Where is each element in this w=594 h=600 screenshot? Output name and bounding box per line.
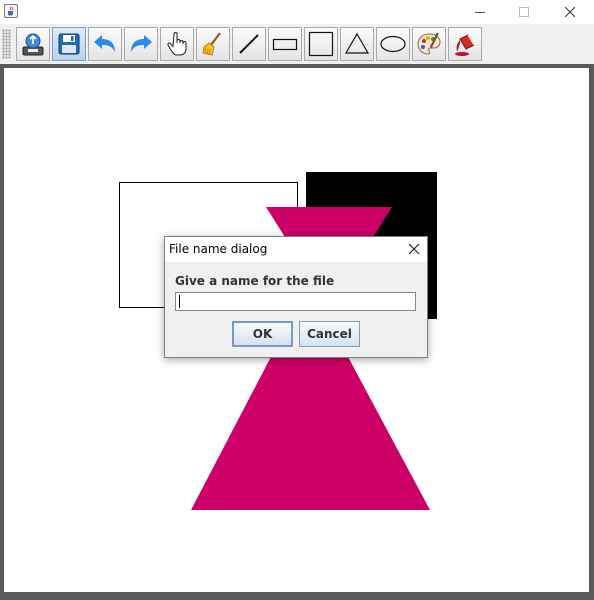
open-file-button[interactable]: [16, 27, 50, 61]
open-file-icon: [22, 33, 44, 56]
palette-icon: [417, 32, 441, 55]
ellipse-icon: [380, 35, 406, 53]
cancel-button[interactable]: Cancel: [299, 321, 360, 347]
paint-bucket-icon: [455, 34, 475, 56]
java-cup-icon[interactable]: [4, 4, 18, 18]
triangle-tool-button[interactable]: [340, 27, 374, 61]
rectangle-tool-button[interactable]: [268, 27, 302, 61]
close-icon[interactable]: [548, 0, 592, 24]
dialog-prompt: Give a name for the file: [175, 274, 335, 288]
broom-icon: [202, 32, 221, 56]
hand-pointer-icon: [167, 32, 187, 56]
select-move-button[interactable]: [160, 27, 194, 61]
undo-button[interactable]: [88, 27, 122, 61]
minimize-icon[interactable]: [458, 0, 502, 24]
dialog-body: Give a name for the file OK Cancel: [165, 262, 427, 357]
clear-button[interactable]: [196, 27, 230, 61]
ellipse-tool-button[interactable]: [376, 27, 410, 61]
triangle-icon: [344, 32, 370, 54]
dialog-close-icon[interactable]: [407, 242, 421, 256]
line-tool-button[interactable]: [232, 27, 266, 61]
redo-arrow-icon: [131, 35, 152, 52]
redo-button[interactable]: [124, 27, 158, 61]
ok-button[interactable]: OK: [232, 321, 293, 347]
color-palette-button[interactable]: [412, 27, 446, 61]
undo-arrow-icon: [94, 35, 115, 52]
square-icon: [308, 31, 334, 57]
dialog-title: File name dialog: [169, 242, 268, 256]
dialog-titlebar[interactable]: File name dialog: [165, 237, 427, 262]
maximize-icon[interactable]: [502, 0, 546, 24]
toolbar: [0, 24, 594, 64]
toolbar-grip[interactable]: [2, 29, 11, 59]
fill-color-button[interactable]: [448, 27, 482, 61]
file-name-input[interactable]: [175, 292, 416, 311]
text-caret: [179, 295, 180, 308]
file-name-dialog: File name dialog Give a name for the fil…: [164, 236, 428, 358]
square-tool-button[interactable]: [304, 27, 338, 61]
save-file-button[interactable]: [52, 27, 86, 61]
window-titlebar: [0, 0, 594, 24]
line-icon: [239, 34, 259, 54]
rectangle-icon: [272, 38, 298, 51]
floppy-disk-icon: [58, 33, 80, 55]
